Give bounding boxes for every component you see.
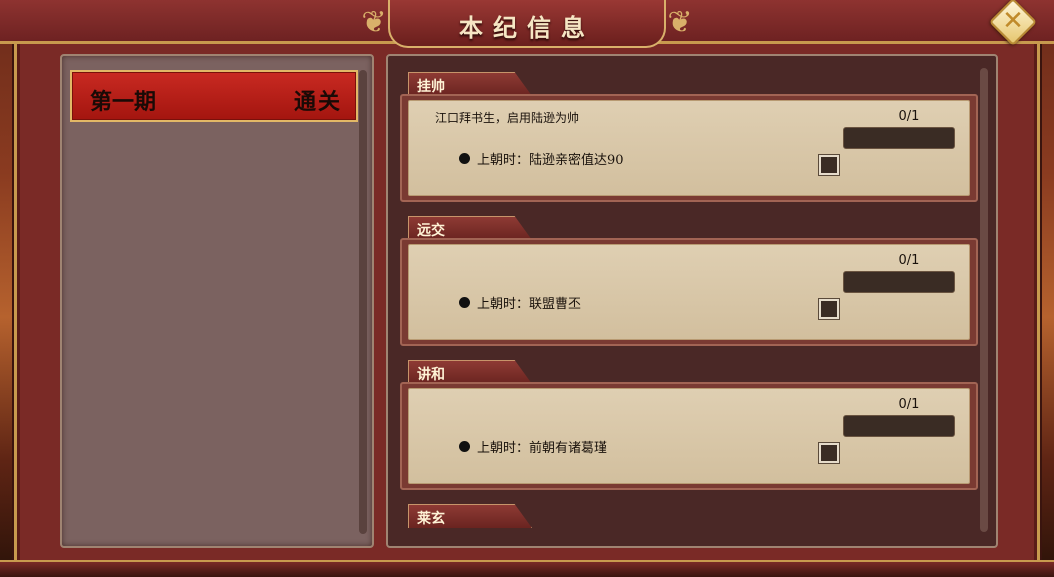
bullet-icon (459, 297, 470, 308)
period-item-1[interactable]: 第一期 通关 (70, 70, 358, 122)
quest-condition: 上朝时：陆逊亲密值达90 (477, 153, 624, 168)
period-status: 通关 (293, 89, 342, 115)
quest-condition: 上朝时：前朝有诸葛瑾 (477, 441, 608, 456)
quest-progress-bar (843, 415, 955, 437)
quest-card-3: 讲和 0/1 上朝时：前朝有诸葛瑾 (400, 360, 978, 492)
quest-card-1: 挂帅 江口拜书生，启用陆逊为帅 0/1 上朝时：陆逊亲密值达90 (400, 72, 978, 204)
quest-progress: 0/1 (898, 253, 920, 268)
quest-card-2: 远交 0/1 上朝时：联盟曹丕 (400, 216, 978, 348)
quest-card-body: 江口拜书生，启用陆逊为帅 0/1 上朝时：陆逊亲密值达90 (400, 94, 978, 202)
quest-tab: 莱玄 (408, 504, 532, 528)
period-list-scrollbar[interactable] (359, 70, 367, 534)
quest-checkbox[interactable] (818, 298, 840, 320)
quest-card-body: 0/1 上朝时：前朝有诸葛瑾 (400, 382, 978, 490)
quest-progress-bar (843, 127, 955, 149)
quest-tab: 远交 (408, 216, 532, 240)
bullet-icon (459, 153, 470, 164)
quest-progress: 0/1 (898, 109, 920, 124)
quest-progress: 0/1 (898, 397, 920, 412)
quest-description: 江口拜书生，启用陆逊为帅 (435, 111, 580, 125)
close-button[interactable]: ✕ (988, 0, 1038, 47)
bullet-icon (459, 441, 470, 452)
quest-card-4: 莱玄 (400, 504, 978, 532)
quest-paper: 江口拜书生，启用陆逊为帅 0/1 上朝时：陆逊亲密值达90 (408, 100, 970, 196)
quest-checkbox[interactable] (818, 442, 840, 464)
bottom-band (0, 560, 1054, 577)
period-list-panel (60, 54, 374, 548)
quest-checkbox[interactable] (818, 154, 840, 176)
quest-card-body: 0/1 上朝时：联盟曹丕 (400, 238, 978, 346)
quest-tab: 讲和 (408, 360, 532, 384)
quest-paper: 0/1 上朝时：联盟曹丕 (408, 244, 970, 340)
page-title: 本纪信息 (459, 13, 595, 42)
quest-paper: 0/1 上朝时：前朝有诸葛瑾 (408, 388, 970, 484)
quest-list-scrollbar[interactable] (980, 68, 988, 532)
quest-condition: 上朝时：联盟曹丕 (477, 297, 582, 312)
period-name: 第一期 (90, 89, 157, 115)
quest-progress-bar (843, 271, 955, 293)
close-icon: ✕ (1002, 6, 1024, 36)
quest-tab: 挂帅 (408, 72, 532, 96)
